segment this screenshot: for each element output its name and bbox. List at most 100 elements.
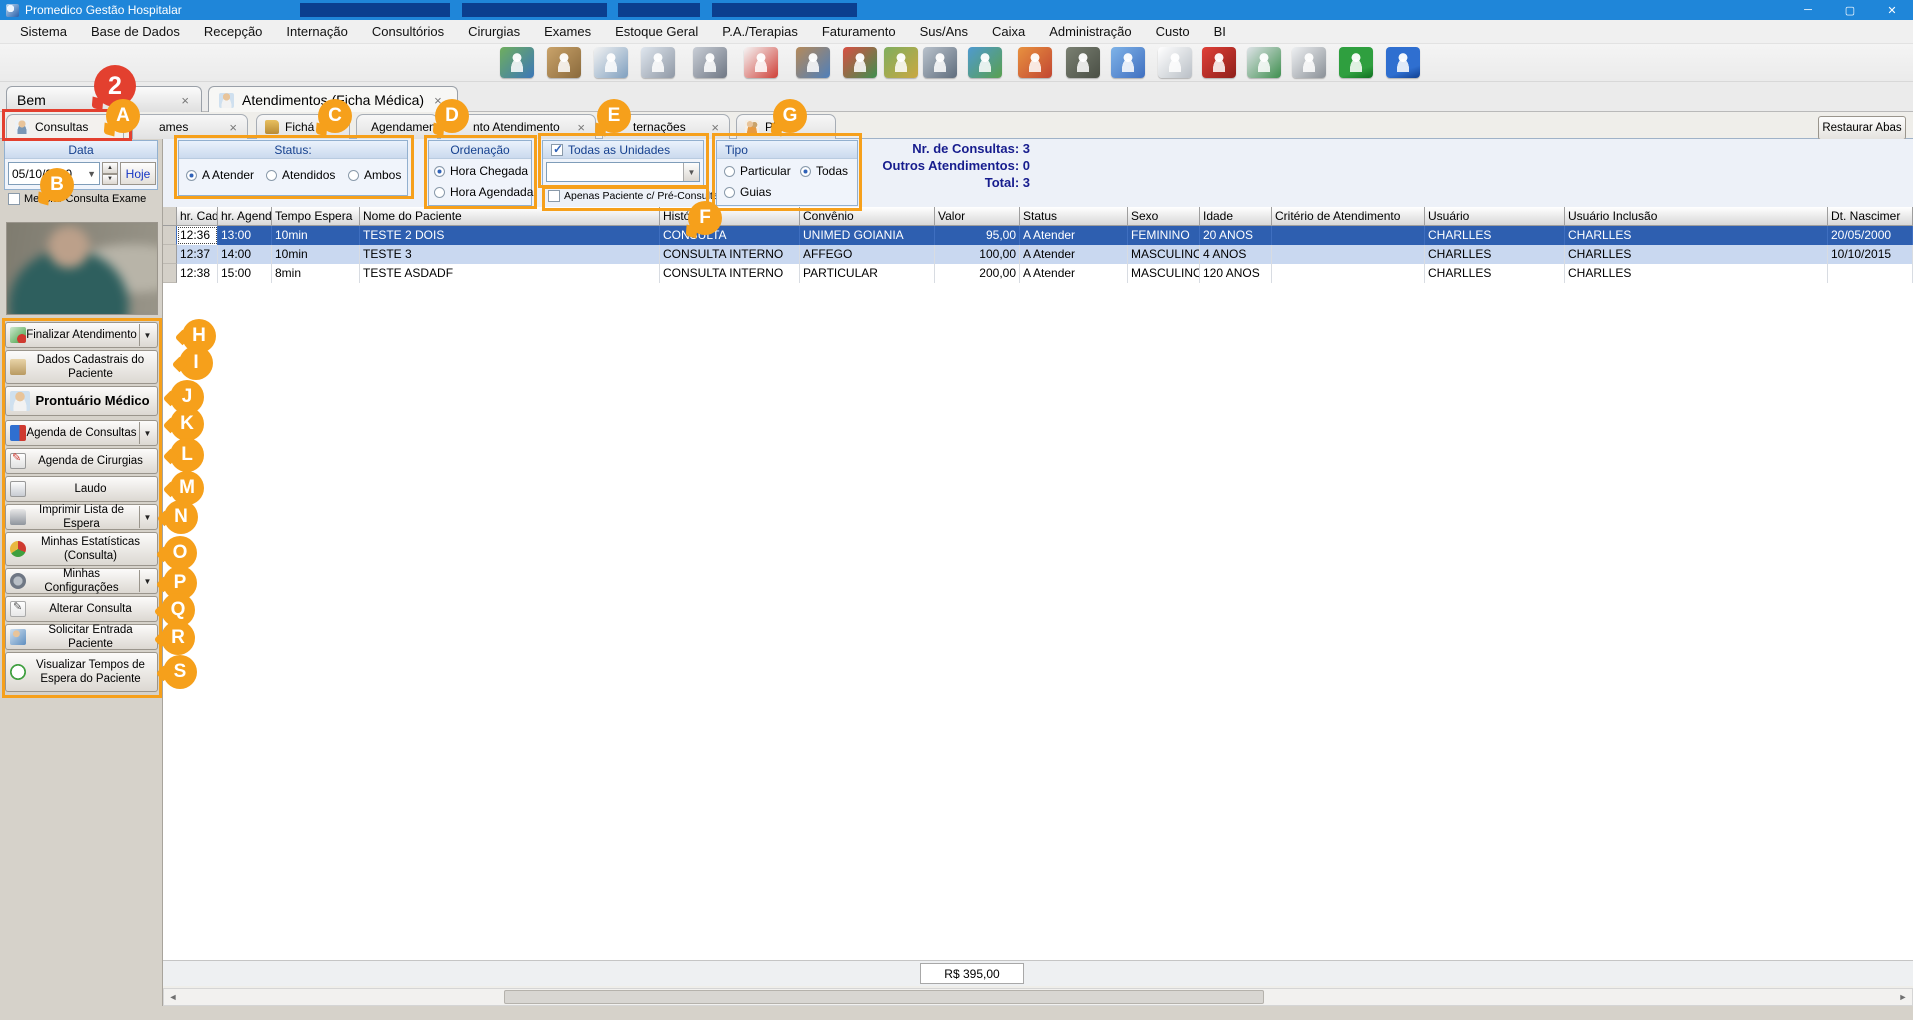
menu-cirurgias[interactable]: Cirurgias <box>456 20 532 43</box>
date-spinner[interactable]: ▲ ▼ <box>102 162 118 185</box>
patient-folder-icon[interactable] <box>547 47 581 78</box>
cell[interactable]: CHARLLES <box>1425 226 1565 245</box>
col-sexo[interactable]: Sexo <box>1128 207 1200 226</box>
cell[interactable]: 200,00 <box>935 264 1020 283</box>
doctor-icon[interactable] <box>594 47 628 78</box>
menu-caixa[interactable]: Caixa <box>980 20 1037 43</box>
cell[interactable]: CHARLLES <box>1425 264 1565 283</box>
col-hr-cad[interactable]: hr. Cad. <box>177 207 218 226</box>
table-row[interactable]: 12:36 13:00 10min TESTE 2 DOIS CONSULTA … <box>163 226 1913 245</box>
close-button[interactable]: ✕ <box>1871 0 1913 20</box>
chevron-down-icon[interactable]: ▼ <box>87 169 96 179</box>
menu-recepcao[interactable]: Recepção <box>192 20 275 43</box>
prescription-icon[interactable] <box>1292 47 1326 78</box>
finance-up-icon[interactable] <box>843 47 877 78</box>
cell[interactable]: MASCULINO <box>1128 245 1200 264</box>
cell[interactable]: 13:00 <box>218 226 272 245</box>
cell[interactable]: CONSULTA INTERNO <box>660 264 800 283</box>
power-off-icon[interactable] <box>1202 47 1236 78</box>
scroll-left-icon[interactable]: ◄ <box>164 989 182 1005</box>
stats-dollar-icon[interactable] <box>968 47 1002 78</box>
menu-sistema[interactable]: Sistema <box>8 20 79 43</box>
cell[interactable]: A Atender <box>1020 245 1128 264</box>
col-valor[interactable]: Valor <box>935 207 1020 226</box>
cell[interactable]: 10min <box>272 226 360 245</box>
col-status[interactable]: Status <box>1020 207 1128 226</box>
cell[interactable]: 20/05/2000 <box>1828 226 1913 245</box>
phone-book-icon[interactable] <box>1018 47 1052 78</box>
cell[interactable]: CONSULTA <box>660 226 800 245</box>
ledger-book-icon[interactable] <box>1066 47 1100 78</box>
menu-faturamento[interactable]: Faturamento <box>810 20 908 43</box>
cell[interactable]: MASCULINO <box>1128 264 1200 283</box>
cell[interactable]: UNIMED GOIANIA <box>800 226 935 245</box>
menu-custo[interactable]: Custo <box>1144 20 1202 43</box>
hoje-button[interactable]: Hoje <box>120 162 156 185</box>
col-hr-agend[interactable]: hr. Agend. <box>218 207 272 226</box>
menu-internacao[interactable]: Internação <box>274 20 359 43</box>
col-idade[interactable]: Idade <box>1200 207 1272 226</box>
cell[interactable]: TESTE ASDADF <box>360 264 660 283</box>
close-tab-icon[interactable]: × <box>227 120 239 135</box>
cell[interactable]: 10min <box>272 245 360 264</box>
ambulance-icon[interactable] <box>744 47 778 78</box>
money-icon[interactable] <box>884 47 918 78</box>
cell[interactable] <box>1272 245 1425 264</box>
table-row[interactable]: 12:37 14:00 10min TESTE 3 CONSULTA INTER… <box>163 245 1913 264</box>
billing-icon[interactable] <box>1247 47 1281 78</box>
blue-records-icon[interactable] <box>1386 47 1420 78</box>
scrollbar-thumb[interactable] <box>504 990 1264 1004</box>
menu-consultorios[interactable]: Consultórios <box>360 20 456 43</box>
cell[interactable]: 10/10/2015 <box>1828 245 1913 264</box>
cell[interactable]: TESTE 3 <box>360 245 660 264</box>
menu-bi[interactable]: BI <box>1202 20 1238 43</box>
cell[interactable]: TESTE 2 DOIS <box>360 226 660 245</box>
cell[interactable]: 14:00 <box>218 245 272 264</box>
col-dt-nascimento[interactable]: Dt. Nascimer <box>1828 207 1913 226</box>
cell[interactable] <box>1828 264 1913 283</box>
restaurar-abas-button[interactable]: Restaurar Abas <box>1818 116 1906 140</box>
safe-icon[interactable] <box>923 47 957 78</box>
spinner-up-icon[interactable]: ▲ <box>102 162 118 174</box>
menu-administracao[interactable]: Administração <box>1037 20 1143 43</box>
patients-icon[interactable] <box>500 47 534 78</box>
menu-exames[interactable]: Exames <box>532 20 603 43</box>
chat-icon[interactable] <box>1111 47 1145 78</box>
col-criterio[interactable]: Critério de Atendimento <box>1272 207 1425 226</box>
cell[interactable]: 15:00 <box>218 264 272 283</box>
menu-estoque-geral[interactable]: Estoque Geral <box>603 20 710 43</box>
col-usuario[interactable]: Usuário <box>1425 207 1565 226</box>
cell[interactable]: 95,00 <box>935 226 1020 245</box>
close-tab-icon[interactable]: × <box>179 93 191 108</box>
cell[interactable]: CONSULTA INTERNO <box>660 245 800 264</box>
cell[interactable] <box>1272 226 1425 245</box>
report-icon[interactable] <box>1158 47 1192 78</box>
col-tempo-espera[interactable]: Tempo Espera <box>272 207 360 226</box>
cell[interactable]: 20 ANOS <box>1200 226 1272 245</box>
pharmacy-stock-icon[interactable] <box>796 47 830 78</box>
cell[interactable] <box>1272 264 1425 283</box>
menu-sus-ans[interactable]: Sus/Ans <box>908 20 980 43</box>
cell[interactable]: 4 ANOS <box>1200 245 1272 264</box>
cell[interactable]: A Atender <box>1020 226 1128 245</box>
cell[interactable]: CHARLLES <box>1425 245 1565 264</box>
minimize-button[interactable]: ─ <box>1787 0 1829 20</box>
cell[interactable]: FEMININO <box>1128 226 1200 245</box>
cell[interactable]: A Atender <box>1020 264 1128 283</box>
horizontal-scrollbar[interactable]: ◄ ► <box>163 988 1913 1006</box>
spinner-down-icon[interactable]: ▼ <box>102 174 118 186</box>
scroll-right-icon[interactable]: ► <box>1894 989 1912 1005</box>
cell[interactable]: CHARLLES <box>1565 226 1828 245</box>
contract-phone-icon[interactable] <box>641 47 675 78</box>
menu-base-de-dados[interactable]: Base de Dados <box>79 20 192 43</box>
col-usuario-inclusao[interactable]: Usuário Inclusão <box>1565 207 1828 226</box>
menu-pa-terapias[interactable]: P.A./Terapias <box>710 20 810 43</box>
checkbox-icon[interactable] <box>8 193 20 205</box>
fax-machine-icon[interactable] <box>693 47 727 78</box>
cell[interactable]: PARTICULAR <box>800 264 935 283</box>
cell[interactable]: AFFEGO <box>800 245 935 264</box>
cell[interactable]: CHARLLES <box>1565 264 1828 283</box>
maximize-button[interactable]: ▢ <box>1829 0 1871 20</box>
cell[interactable]: 120 ANOS <box>1200 264 1272 283</box>
cell[interactable]: 12:36 <box>177 226 218 245</box>
